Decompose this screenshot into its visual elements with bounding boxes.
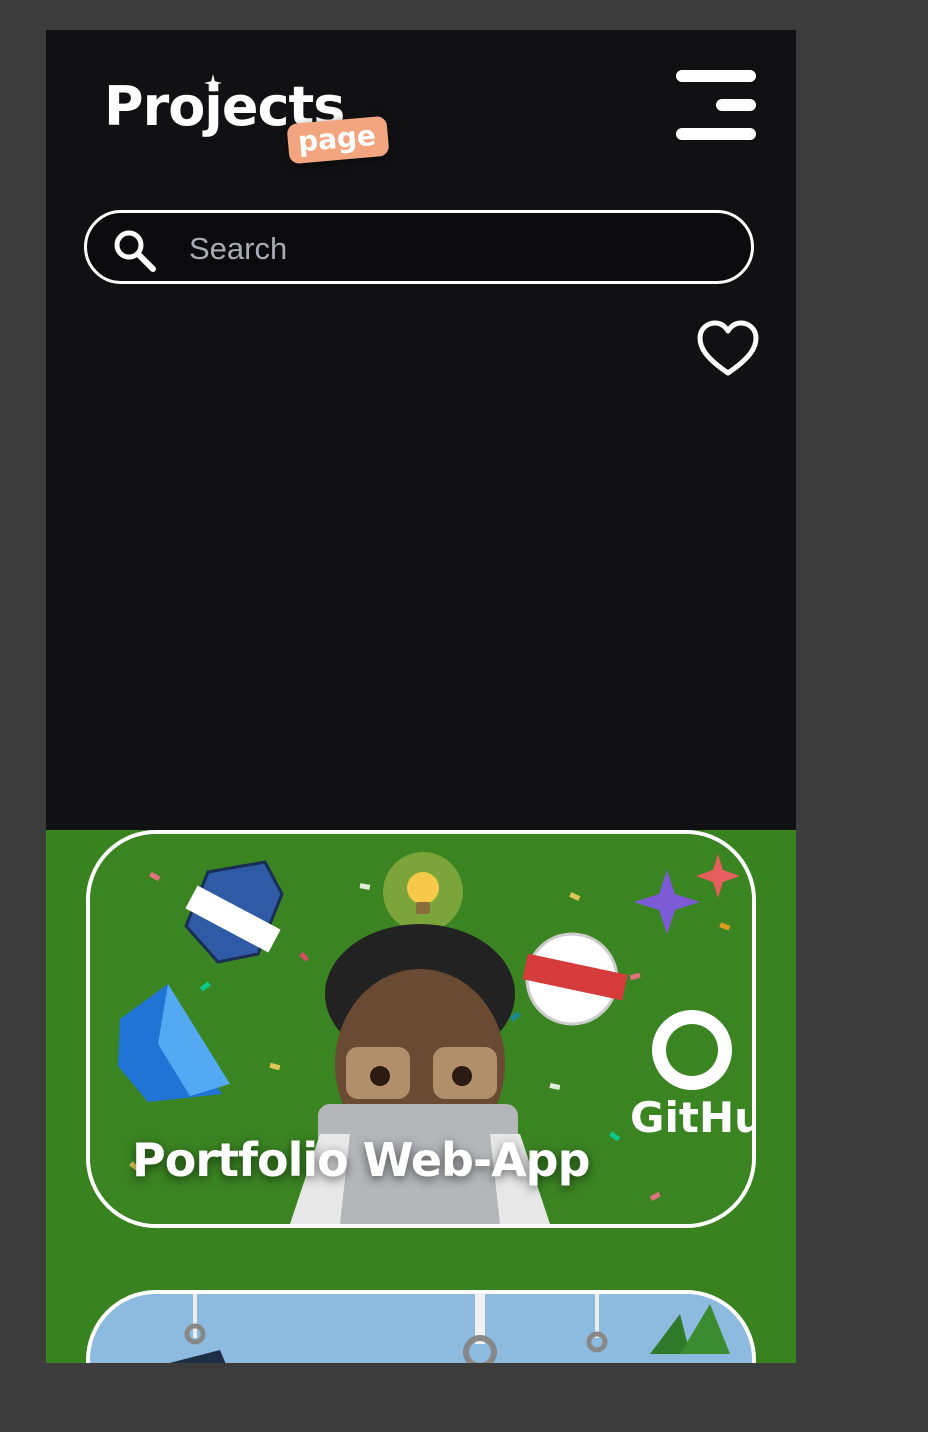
svg-text:GitHub: GitHub	[630, 1093, 752, 1142]
project-card-title: Portfolio Web-App	[132, 1133, 591, 1187]
project-card-2[interactable]	[86, 1290, 756, 1363]
heart-icon[interactable]	[696, 320, 760, 378]
logo-badge: page	[286, 115, 390, 165]
search-bar[interactable]	[84, 210, 754, 284]
sparkle-icon	[204, 74, 222, 92]
projects-list: GitHub Portfolio Web-App	[46, 830, 796, 1363]
projects-page-logo[interactable]: Projects page	[104, 74, 394, 174]
search-input[interactable]	[187, 225, 731, 273]
project-card-portfolio[interactable]: GitHub Portfolio Web-App	[86, 830, 756, 1228]
lightbulb-icon	[383, 852, 463, 932]
app-window: Projects page Search GitH Portfolio Web-…	[46, 30, 796, 1363]
menu-button[interactable]	[676, 70, 756, 140]
search-icon	[114, 230, 156, 272]
project-card-image	[90, 1294, 752, 1363]
